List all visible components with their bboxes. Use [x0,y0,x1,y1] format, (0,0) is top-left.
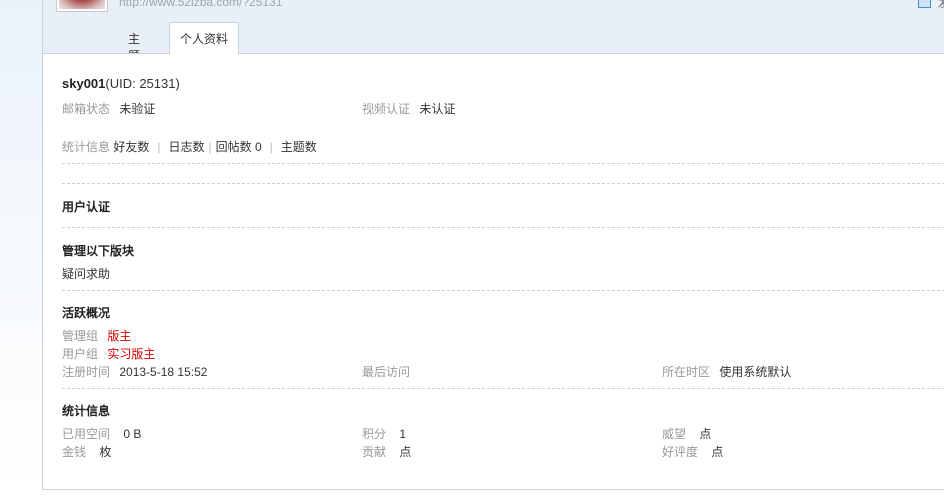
separator: | [208,140,212,154]
username: sky001 [62,76,106,91]
money-label: 金钱 [62,445,87,459]
register-time-label: 注册时间 [62,365,111,379]
email-status: 邮箱状态 未验证 [62,100,155,117]
space-url[interactable]: http://www.52lzba.com/?25131 [119,0,282,9]
register-time: 注册时间 2013-5-18 15:52 [62,363,207,380]
money-value: 枚 [99,445,112,459]
email-status-label: 邮箱状态 [62,102,111,116]
money: 金钱 枚 [62,443,111,460]
divider [62,388,944,389]
stats-title: 统计信息 [62,404,111,418]
points: 积分 1 [362,425,406,442]
divider [62,290,944,291]
admin-group-value[interactable]: 版主 [107,329,131,343]
timezone-value: 使用系统默认 [719,365,792,379]
stat-topics[interactable]: 主题数 [281,140,317,154]
stat-blogs[interactable]: 日志数 [169,140,205,154]
user-group: 用户组 实习版主 [62,345,155,362]
timezone: 所在时区 使用系统默认 [662,363,791,380]
divider [62,227,944,228]
stats-label: 统计信息 [62,140,111,154]
avatar-image [59,0,105,9]
admin-group-label: 管理组 [62,329,99,343]
divider [62,183,944,184]
moderate-forum-link[interactable]: 疑问求助 [62,265,110,282]
used-space-label: 已用空间 [62,427,111,441]
separator: | [157,140,161,154]
tab-topics[interactable]: 主题 [128,30,140,63]
used-space: 已用空间 0 B [62,425,141,442]
send-message-icon[interactable] [918,0,931,8]
stat-friends[interactable]: 好友数 [113,140,149,154]
user-auth-title: 用户认证 [62,200,111,214]
user-title: sky001(UID: 25131) [62,76,180,91]
send-message-link[interactable]: 发 [938,0,944,11]
prestige-value: 点 [699,427,712,441]
timezone-label: 所在时区 [662,365,711,379]
used-space-value: 0 B [123,427,142,441]
user-group-value[interactable]: 实习版主 [107,347,155,361]
rating-label: 好评度 [662,445,699,459]
register-time-value: 2013-5-18 15:52 [119,365,208,379]
moderate-title: 管理以下版块 [62,244,135,258]
video-auth-value: 未认证 [419,102,456,116]
prestige: 威望 点 [662,425,711,442]
last-visit-label: 最后访问 [362,365,411,379]
activity-title: 活跃概况 [62,306,111,320]
last-visit: 最后访问 [362,363,410,380]
stat-replies[interactable]: 回帖数 0 [216,140,262,154]
user-group-label: 用户组 [62,347,99,361]
contribution-label: 贡献 [362,445,387,459]
points-label: 积分 [362,427,387,441]
contribution: 贡献 点 [362,443,411,460]
admin-group: 管理组 版主 [62,327,131,344]
email-status-value: 未验证 [119,102,156,116]
separator: | [269,140,273,154]
rating: 好评度 点 [662,443,723,460]
divider [62,163,944,164]
prestige-label: 威望 [662,427,687,441]
profile-content: sky001(UID: 25131) 邮箱状态 未验证 视频认证 未认证 统计信… [42,53,944,490]
video-auth-label: 视频认证 [362,102,411,116]
tab-profile[interactable]: 个人资料 [169,22,239,54]
contribution-value: 点 [399,445,412,459]
stats-line: 统计信息 好友数 | 日志数 | 回帖数 0 | 主题数 [62,138,317,155]
avatar[interactable] [56,0,108,12]
rating-value: 点 [711,445,724,459]
uid: (UID: 25131) [105,76,180,91]
video-auth: 视频认证 未认证 [362,100,455,117]
points-value: 1 [399,427,407,441]
